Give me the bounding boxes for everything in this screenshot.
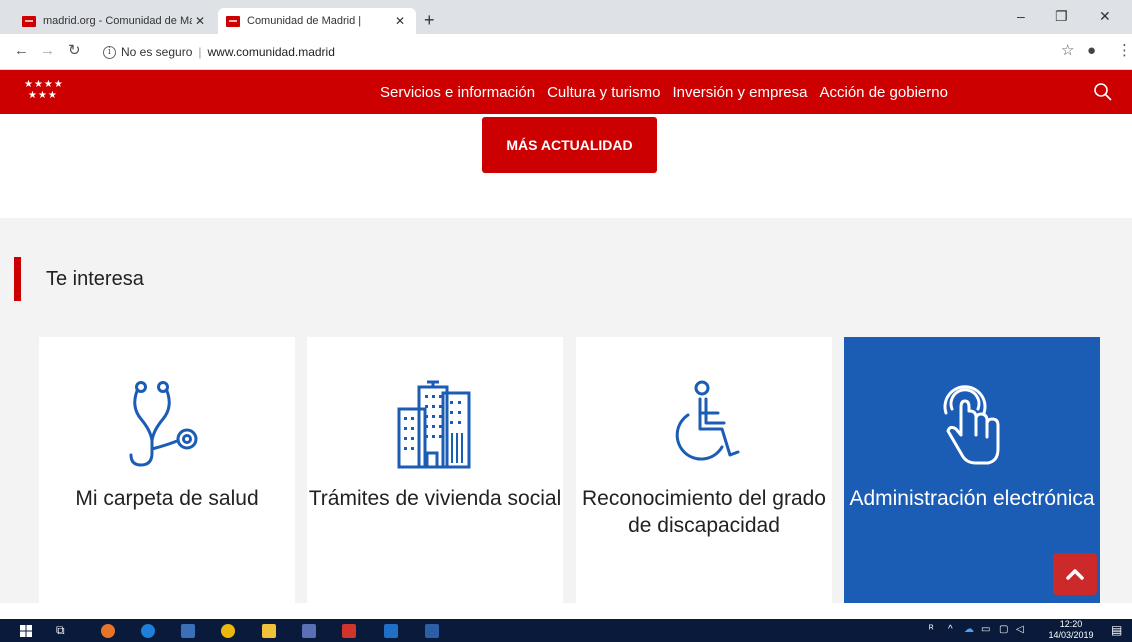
nav-cultura[interactable]: Cultura y turismo [547, 84, 660, 101]
card-label: Administración electrónica [849, 487, 1095, 510]
acrobat-icon[interactable] [342, 624, 356, 638]
profile-icon[interactable]: ● [1087, 43, 1096, 59]
edge-icon[interactable] [141, 624, 155, 638]
card-reconocimiento-discapacidad[interactable]: Reconocimiento del grado de discapacidad [576, 337, 832, 603]
info-icon[interactable]: i [103, 45, 116, 59]
outlook-icon[interactable] [384, 624, 398, 638]
tab-title: madrid.org - Comunidad de Madr [43, 15, 192, 27]
madrid-favicon-icon [226, 15, 240, 27]
card-label: Reconocimiento del grado de discapacidad [582, 487, 826, 537]
clock-date: 14/03/2019 [1048, 630, 1094, 640]
task-view-icon[interactable]: ⧉ [56, 623, 65, 638]
madrid-favicon-icon [22, 15, 36, 27]
mas-actualidad-button[interactable]: MÁS ACTUALIDAD [482, 117, 657, 173]
comunidad-madrid-logo[interactable]: ★★★★ ★★★ [24, 79, 84, 101]
people-icon[interactable]: ᴿ [929, 624, 934, 635]
separator: | [198, 45, 202, 59]
buildings-icon [397, 380, 471, 469]
chrome-icon[interactable] [221, 624, 235, 638]
system-clock[interactable]: 12:20 14/03/2019 [1037, 619, 1105, 641]
nav-servicios[interactable]: Servicios e información [380, 84, 535, 101]
card-mi-carpeta-salud[interactable]: Mi carpeta de salud [39, 337, 295, 603]
close-tab-icon[interactable]: ✕ [192, 14, 208, 28]
forward-icon[interactable]: → [40, 43, 55, 59]
card-tramites-vivienda[interactable]: Trámites de vivienda social [307, 337, 563, 603]
main-nav: Servicios e información Cultura y turism… [380, 70, 948, 114]
card-label: Mi carpeta de salud [75, 487, 259, 510]
file-explorer-icon[interactable] [262, 624, 276, 638]
bookmark-star-icon[interactable]: ☆ [1061, 43, 1074, 59]
onedrive-icon[interactable]: ☁ [964, 624, 974, 635]
word-icon[interactable] [425, 624, 439, 638]
notifications-icon[interactable]: ▤ [1111, 623, 1122, 637]
minimize-icon[interactable]: – [1017, 8, 1025, 24]
back-icon[interactable]: ← [14, 43, 29, 59]
logo-stars-bottom: ★★★ [28, 90, 58, 101]
browser-tab-madrid-org[interactable]: madrid.org - Comunidad de Madr ✕ [14, 8, 216, 34]
url-text: www.comunidad.madrid [207, 45, 335, 59]
windows-start-icon[interactable] [20, 625, 32, 637]
teams-icon[interactable] [302, 624, 316, 638]
search-icon[interactable] [1093, 82, 1113, 102]
reload-icon[interactable]: ↻ [68, 43, 81, 59]
network-icon[interactable]: ▭ [981, 624, 990, 635]
chevron-up-icon [1066, 569, 1084, 580]
security-label: No es seguro [121, 45, 193, 59]
windows-taskbar: ⧉ ᴿ ^ ☁ ▭ ▢ ◁ 12:20 14/03/2019 ▤ [0, 619, 1132, 642]
display-icon[interactable]: ▢ [999, 624, 1008, 635]
close-window-icon[interactable]: ✕ [1099, 8, 1111, 25]
stethoscope-icon [129, 381, 198, 467]
wheelchair-icon [675, 380, 740, 461]
tab-title: Comunidad de Madrid | [247, 15, 362, 27]
touch-hand-icon [943, 385, 1000, 465]
close-tab-icon[interactable]: ✕ [392, 14, 408, 28]
menu-icon[interactable]: ⋮ [1117, 43, 1132, 59]
section-title: Te interesa [46, 268, 144, 290]
card-label: Trámites de vivienda social [308, 487, 562, 510]
nav-inversion[interactable]: Inversión y empresa [672, 84, 807, 101]
browser-tab-comunidad-madrid[interactable]: Comunidad de Madrid | ✕ [218, 8, 416, 34]
volume-icon[interactable]: ◁ [1016, 624, 1024, 635]
clock-time: 12:20 [1059, 619, 1083, 629]
back-to-top-button[interactable] [1053, 553, 1097, 595]
section-accent-bar [14, 257, 21, 301]
new-tab-button[interactable]: + [424, 11, 435, 29]
site-header: ★★★★ ★★★ Servicios e información Cultura… [0, 70, 1132, 114]
browser-tab-bar: madrid.org - Comunidad de Madr ✕ Comunid… [0, 0, 1132, 34]
nav-accion[interactable]: Acción de gobierno [820, 84, 948, 101]
chevron-up-tray-icon[interactable]: ^ [948, 624, 953, 635]
logo-stars-top: ★★★★ [24, 79, 64, 90]
restore-icon[interactable]: ❐ [1055, 8, 1068, 25]
app-icon[interactable] [181, 624, 195, 638]
address-bar: ← → ↻ i No es seguro | www.comunidad.mad… [0, 34, 1132, 70]
url-field[interactable]: i No es seguro | www.comunidad.madrid [103, 41, 963, 63]
firefox-icon[interactable] [101, 624, 115, 638]
